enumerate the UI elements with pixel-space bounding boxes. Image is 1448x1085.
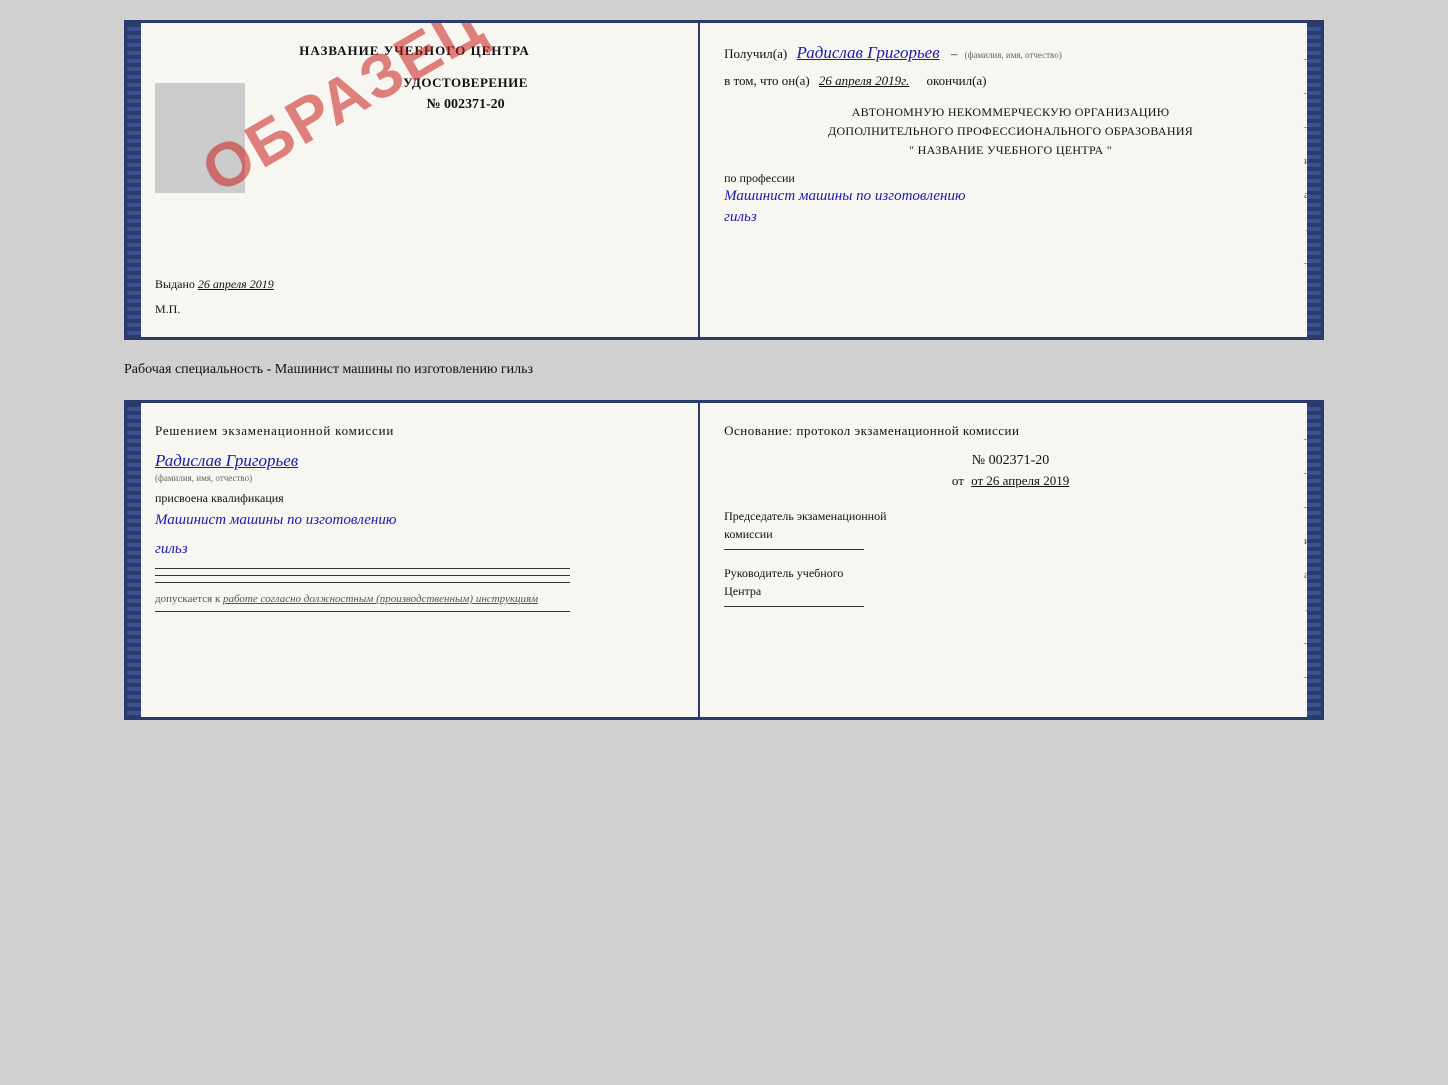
org-block: АВТОНОМНУЮ НЕКОММЕРЧЕСКУЮ ОРГАНИЗАЦИЮ ДО… — [724, 103, 1297, 161]
poluchil-line: Получил(а) Радислав Григорьев – (фамилия… — [724, 43, 1297, 63]
cert-inner-box: УДОСТОВЕРЕНИЕ № 002371-20 — [155, 75, 674, 265]
poluchil-label: Получил(а) — [724, 46, 787, 61]
qualification-text-2: гильз — [155, 539, 674, 560]
cert-bottom-left-panel: Решением экзаменационной комиссии Радисл… — [127, 403, 700, 717]
osnovanie-title: Основание: протокол экзаменационной коми… — [724, 423, 1297, 439]
okonchil-label: окончил(а) — [926, 73, 986, 88]
rukovoditel-line2: Центра — [724, 582, 1297, 600]
fio-label-top: (фамилия, имя, отчество) — [965, 50, 1062, 60]
separator-3 — [155, 582, 570, 583]
vydano-date: 26 апреля 2019 — [198, 277, 274, 291]
middle-label: Рабочая специальность - Машинист машины … — [124, 358, 1324, 382]
cert-top-left-panel: НАЗВАНИЕ УЧЕБНОГО ЦЕНТРА УДОСТОВЕРЕНИЕ №… — [127, 23, 700, 337]
cert-inner-text: УДОСТОВЕРЕНИЕ № 002371-20 — [257, 75, 674, 265]
completion-date: 26 апреля 2019г. — [819, 73, 909, 88]
udost-number: № 002371-20 — [257, 97, 674, 113]
resheniem-title: Решением экзаменационной комиссии — [155, 423, 674, 439]
photo-placeholder — [155, 83, 245, 193]
qualification-text-1: Машинист машины по изготовлению — [155, 510, 674, 531]
mp-label: М.П. — [155, 302, 274, 317]
vtom-label: в том, что он(а) — [724, 73, 810, 88]
person-name-top: Радислав Григорьев — [796, 43, 939, 62]
cert-top-right-panel: Получил(а) Радислав Григорьев – (фамилия… — [700, 23, 1321, 337]
rukovoditel-text: Руководитель учебного Центра — [724, 564, 1297, 600]
vydano-label: Выдано — [155, 277, 195, 291]
separator-1 — [155, 568, 570, 569]
cert-bottom-right-panel: Основание: протокол экзаменационной коми… — [700, 403, 1321, 717]
ot-prefix: от — [952, 473, 964, 488]
document-container: НАЗВАНИЕ УЧЕБНОГО ЦЕНТРА УДОСТОВЕРЕНИЕ №… — [124, 20, 1324, 720]
rukovoditel-line1: Руководитель учебного — [724, 564, 1297, 582]
binding-right-bottom — [1307, 403, 1321, 717]
predsedatel-sign-line — [724, 549, 864, 550]
person-name-bottom: Радислав Григорьев — [155, 451, 674, 471]
bottom-certificate: Решением экзаменационной комиссии Радисл… — [124, 400, 1324, 720]
predsedatel-line2: комиссии — [724, 525, 1297, 543]
udost-title: УДОСТОВЕРЕНИЕ — [257, 75, 674, 91]
top-certificate: НАЗВАНИЕ УЧЕБНОГО ЦЕНТРА УДОСТОВЕРЕНИЕ №… — [124, 20, 1324, 340]
vydano-line: Выдано 26 апреля 2019 — [155, 277, 274, 292]
school-name-title: НАЗВАНИЕ УЧЕБНОГО ЦЕНТРА — [155, 43, 674, 59]
work-text: работе согласно должностным (производств… — [223, 593, 538, 605]
fio-label-bottom: (фамилия, имя, отчество) — [155, 473, 674, 483]
dash-separator: – — [951, 46, 958, 61]
ot-date: от от 26 апреля 2019 — [724, 473, 1297, 489]
org-line1: АВТОНОМНУЮ НЕКОММЕРЧЕСКУЮ ОРГАНИЗАЦИЮ — [724, 103, 1297, 122]
profession-text-2: гильз — [724, 207, 1297, 228]
ot-date-value: от 26 апреля 2019 — [971, 473, 1069, 488]
separator-2 — [155, 575, 570, 576]
dopuskaetsya-block: допускается к работе согласно должностны… — [155, 593, 674, 605]
binding-right-top — [1307, 23, 1321, 337]
po-professii-label: по профессии — [724, 171, 1297, 186]
vtom-line: в том, что он(а) 26 апреля 2019г. окончи… — [724, 73, 1297, 89]
profession-text-1: Машинист машины по изготовлению — [724, 186, 1297, 207]
protocol-number: № 002371-20 — [724, 453, 1297, 469]
rukovoditel-sign-line — [724, 606, 864, 607]
org-line3: " НАЗВАНИЕ УЧЕБНОГО ЦЕНТРА " — [724, 141, 1297, 160]
predsedatel-line1: Председатель экзаменационной — [724, 507, 1297, 525]
separator-4 — [155, 611, 570, 612]
predsedatel-text: Председатель экзаменационной комиссии — [724, 507, 1297, 543]
dopuskaetsya-label: допускается к — [155, 593, 220, 605]
org-line2: ДОПОЛНИТЕЛЬНОГО ПРОФЕССИОНАЛЬНОГО ОБРАЗО… — [724, 122, 1297, 141]
prisvoena-text: присвоена квалификация — [155, 491, 674, 506]
